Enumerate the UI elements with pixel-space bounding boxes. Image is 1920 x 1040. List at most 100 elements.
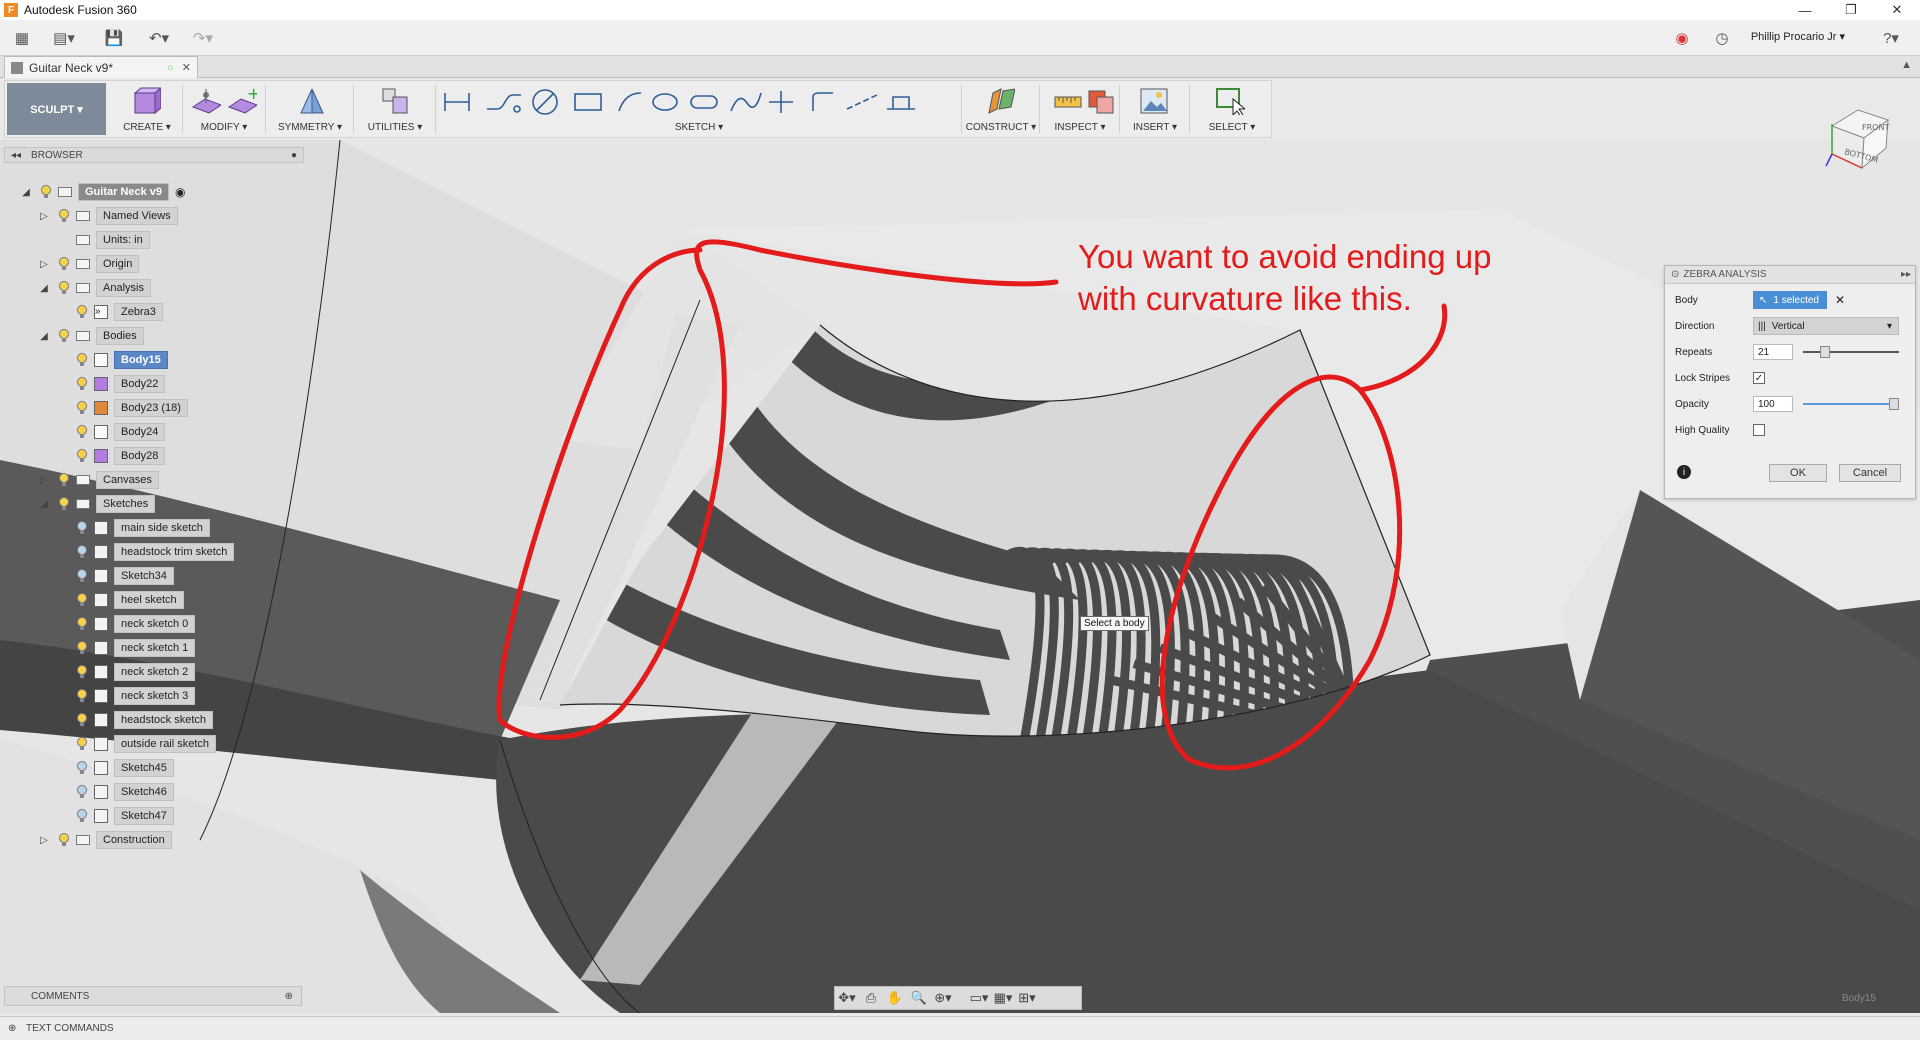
minimize-button[interactable]: — (1782, 0, 1828, 20)
collapse-browser-icon[interactable]: ◂◂ (11, 150, 21, 161)
visibility-bulb-icon[interactable] (76, 305, 88, 319)
sketch-group[interactable]: SKETCH ▾ (439, 81, 959, 137)
browser-node[interactable]: neck sketch 2 (56, 662, 196, 682)
visibility-bulb-icon[interactable] (76, 521, 88, 535)
zoom-icon[interactable]: 🔍 (907, 990, 931, 1006)
visibility-bulb-icon[interactable] (58, 209, 70, 223)
visibility-bulb-icon[interactable] (58, 473, 70, 487)
browser-node[interactable]: outside rail sketch (56, 734, 217, 754)
browser-node[interactable]: Body15 (56, 350, 168, 370)
app-grid-icon[interactable]: ▦ (12, 28, 32, 48)
lock-stripes-checkbox[interactable]: ✓ (1753, 372, 1765, 384)
expand-toggle-icon[interactable]: ▷ (38, 210, 50, 222)
browser-node[interactable]: headstock sketch (56, 710, 213, 730)
browser-node[interactable]: ◢ Sketches (38, 494, 156, 514)
visibility-bulb-icon[interactable] (40, 185, 52, 199)
direction-dropdown[interactable]: ||| Vertical ▾ (1753, 317, 1899, 335)
visibility-bulb-icon[interactable] (76, 545, 88, 559)
browser-node[interactable]: Units: in (38, 230, 150, 250)
create-group[interactable]: CREATE ▾ (113, 81, 181, 137)
browser-header[interactable]: ◂◂ BROWSER ● (4, 147, 304, 163)
visibility-bulb-icon[interactable] (58, 257, 70, 271)
visibility-bulb-icon[interactable] (76, 809, 88, 823)
browser-node[interactable]: neck sketch 3 (56, 686, 196, 706)
browser-node[interactable]: Sketch46 (56, 782, 174, 802)
browser-node[interactable]: Sketch45 (56, 758, 174, 778)
viewports-icon[interactable]: ⊞▾ (1015, 990, 1039, 1006)
close-tab-icon[interactable]: ✕ (182, 61, 191, 74)
browser-node[interactable]: ◢ Analysis (38, 278, 151, 298)
visibility-bulb-icon[interactable] (76, 569, 88, 583)
visibility-bulb-icon[interactable] (76, 737, 88, 751)
expand-toggle-icon[interactable]: ◢ (38, 498, 50, 510)
inspect-group[interactable]: INSPECT ▾ (1043, 81, 1117, 137)
expand-toggle-icon[interactable]: ◢ (38, 282, 50, 294)
visibility-bulb-icon[interactable] (58, 833, 70, 847)
browser-node[interactable]: Body23 (18) (56, 398, 188, 418)
construct-group[interactable]: CONSTRUCT ▾ (965, 81, 1037, 137)
text-commands-bar[interactable]: ⊕ TEXT COMMANDS (0, 1016, 1920, 1040)
visibility-bulb-icon[interactable] (58, 281, 70, 295)
add-comment-icon[interactable]: ⊕ (285, 991, 293, 1002)
expand-toggle-icon[interactable]: ▷ (38, 834, 50, 846)
fit-icon[interactable]: ⊕▾ (931, 990, 955, 1006)
browser-node[interactable]: Body28 (56, 446, 166, 466)
activate-component-icon[interactable]: ◉ (175, 185, 185, 199)
repeats-slider-knob[interactable] (1820, 346, 1831, 358)
visibility-bulb-icon[interactable] (76, 617, 88, 631)
body-selection-button[interactable]: ↖ 1 selected (1753, 291, 1827, 309)
browser-node[interactable]: ◢ Bodies (38, 326, 144, 346)
pan-icon[interactable]: ✋ (883, 990, 907, 1006)
user-menu[interactable]: Phillip Procario Jr ▾ (1751, 30, 1845, 43)
high-quality-checkbox[interactable] (1753, 424, 1765, 436)
insert-group[interactable]: INSERT ▾ (1123, 81, 1187, 137)
symmetry-group[interactable]: SYMMETRY ▾ (269, 81, 351, 137)
visibility-bulb-icon[interactable] (76, 689, 88, 703)
redo-icon[interactable]: ↷▾ (188, 28, 218, 48)
visibility-bulb-icon[interactable] (58, 497, 70, 511)
visibility-bulb-icon[interactable] (76, 713, 88, 727)
info-icon[interactable]: i (1677, 465, 1691, 479)
visibility-bulb-icon[interactable] (76, 449, 88, 463)
canvas-viewport[interactable] (0, 140, 1920, 1013)
save-icon[interactable]: 💾 (104, 28, 124, 48)
browser-node[interactable]: ▷ Named Views (38, 206, 178, 226)
browser-node[interactable]: Body24 (56, 422, 166, 442)
repeats-slider[interactable] (1803, 344, 1899, 360)
visibility-bulb-icon[interactable] (76, 353, 88, 367)
browser-root-node[interactable]: ◢ Guitar Neck v9 ◉ (20, 182, 186, 202)
visibility-bulb-icon[interactable] (76, 425, 88, 439)
file-menu-icon[interactable]: ▤▾ (50, 28, 78, 48)
expand-toggle-icon[interactable]: ▷ (38, 474, 50, 486)
workspace-switcher[interactable]: SCULPT ▾ (7, 83, 106, 135)
opacity-input[interactable]: 100 (1753, 396, 1793, 412)
browser-node[interactable]: Sketch47 (56, 806, 174, 826)
expand-panel-icon[interactable]: ▸▸ (1901, 269, 1911, 280)
utilities-group[interactable]: UTILITIES ▾ (357, 81, 433, 137)
restore-button[interactable]: ❐ (1828, 0, 1874, 20)
close-button[interactable]: ✕ (1874, 0, 1920, 20)
visibility-bulb-icon[interactable] (76, 377, 88, 391)
visibility-bulb-icon[interactable] (76, 785, 88, 799)
modify-group[interactable]: + MODIFY ▾ (185, 81, 263, 137)
browser-node[interactable]: ▷ Construction (38, 830, 172, 850)
visibility-bulb-icon[interactable] (76, 761, 88, 775)
view-cube[interactable]: FRONT BOTTOM (1818, 96, 1894, 176)
collapse-ribbon-icon[interactable]: ▲ (1901, 59, 1912, 71)
expand-toggle-icon[interactable]: ◢ (38, 330, 50, 342)
browser-node[interactable]: headstock trim sketch (56, 542, 235, 562)
grid-settings-icon[interactable]: ▦▾ (991, 990, 1015, 1006)
record-icon[interactable]: ◉ (1672, 28, 1692, 48)
comments-panel[interactable]: COMMENTS ⊕ (4, 986, 302, 1006)
undo-icon[interactable]: ↶▾ (144, 28, 174, 48)
ok-button[interactable]: OK (1769, 464, 1827, 482)
help-icon[interactable]: ?▾ (1876, 28, 1906, 48)
clear-selection-icon[interactable]: ✕ (1835, 293, 1845, 307)
repeats-input[interactable]: 21 (1753, 344, 1793, 360)
browser-node[interactable]: » Zebra3 (56, 302, 163, 322)
look-at-icon[interactable]: ⎙ (859, 990, 883, 1006)
visibility-bulb-icon[interactable] (76, 641, 88, 655)
browser-node[interactable]: heel sketch (56, 590, 184, 610)
orbit-icon[interactable]: ✥▾ (835, 990, 859, 1006)
cancel-button[interactable]: Cancel (1839, 464, 1901, 482)
